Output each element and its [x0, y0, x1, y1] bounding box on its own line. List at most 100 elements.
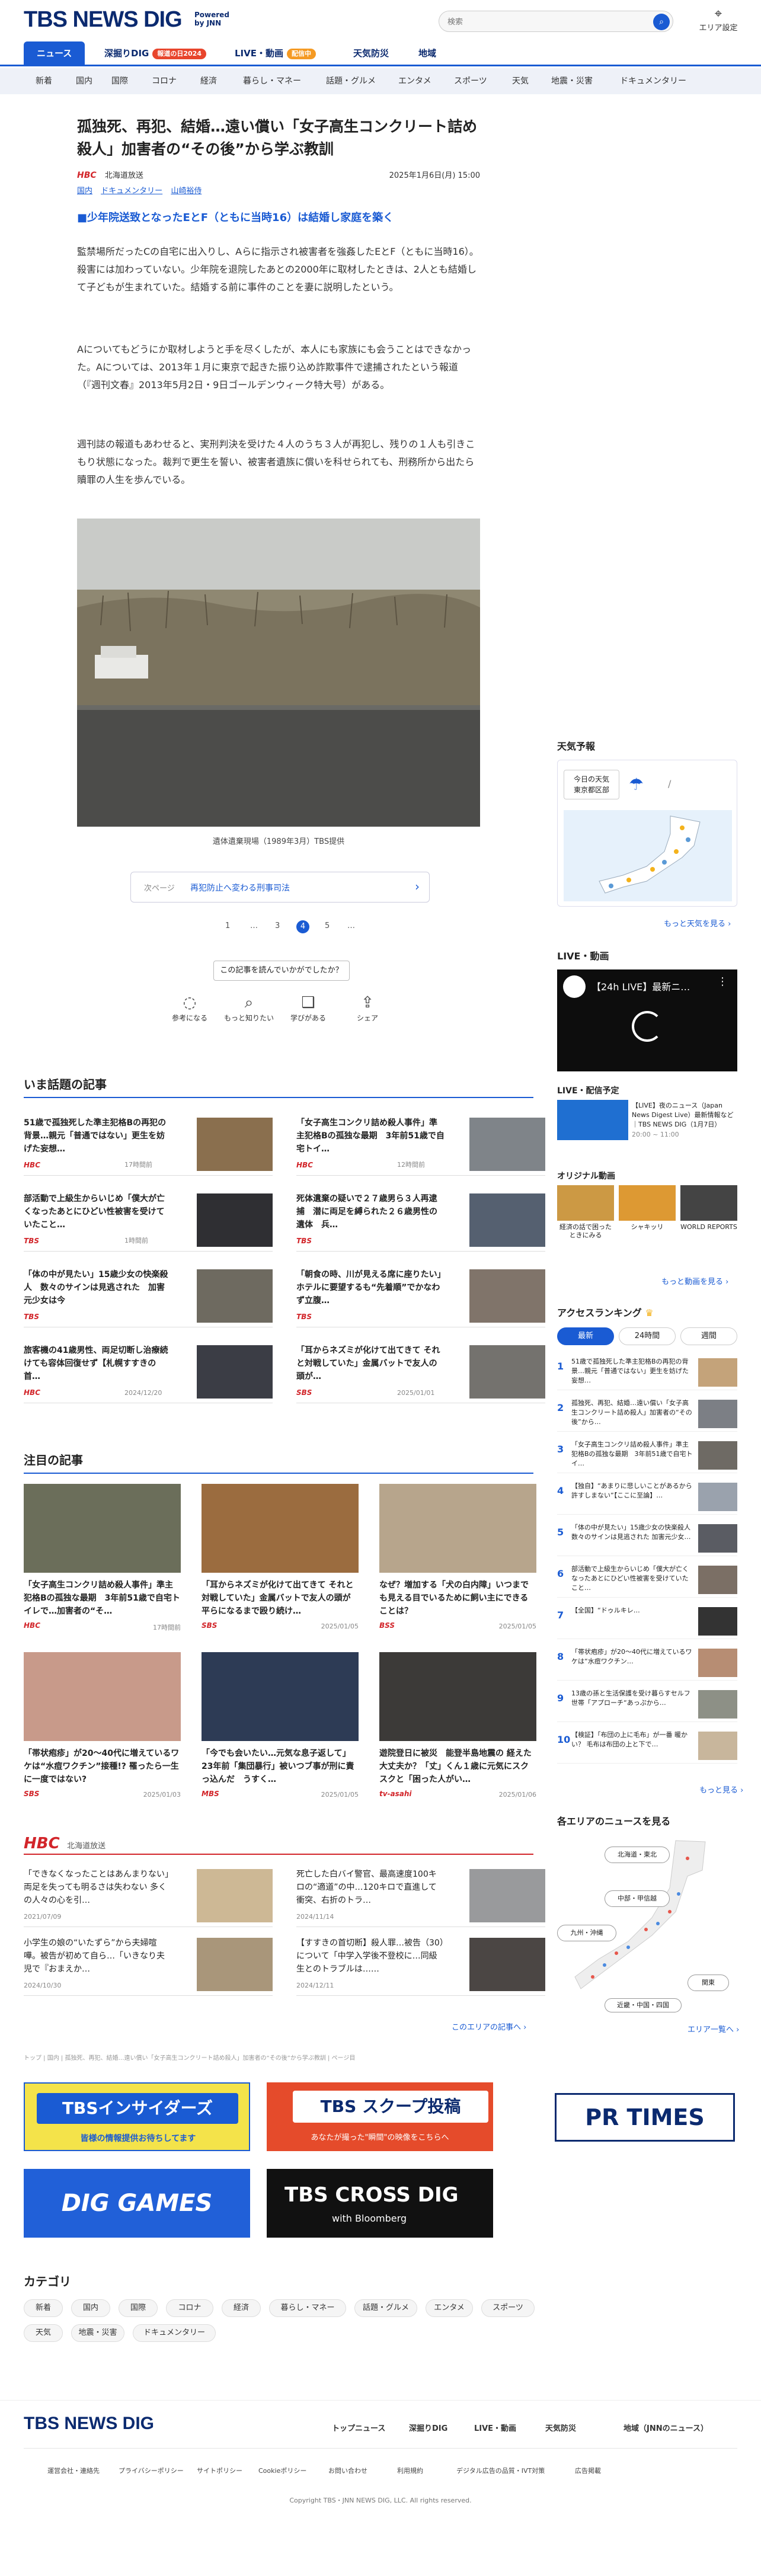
footer-link[interactable]: お問い合わせ: [328, 2466, 367, 2475]
regional-item[interactable]: 小学生の娘の“いたずら”から夫婦喧嘩。被告が初めて自ら…「いきなり夫児で『おまえ…: [24, 1934, 273, 1996]
page-link[interactable]: 1: [225, 921, 230, 930]
video-more-link[interactable]: もっと動画を見る ›: [661, 1275, 728, 1287]
ranking-title[interactable]: 部活動で上級生からいじめ「僕大が亡くなったあとにひどい性被害を受けていたこと…: [571, 1564, 695, 1593]
ranking-title[interactable]: 【全国】“ドゥルキレ…: [571, 1606, 695, 1615]
trending-item[interactable]: 旅客機の41歳男性、両足切断し治療続けても容体回復せず【札幌すすきの首… HBC 2…: [24, 1342, 273, 1403]
nav-deep-dig[interactable]: 深掘りDIG 報道の日2024: [104, 41, 206, 65]
page-link[interactable]: 3: [275, 921, 280, 930]
ranking-item[interactable]: 2 孤独死、再犯、結婚…遠い償い「女子高生コンクリート詰め殺人」加害者の“その後”…: [557, 1396, 737, 1432]
ranking-item[interactable]: 9 13歳の孫と生活保護を受け暮らすセルフ世帯「アプローチ“あっぷから…: [557, 1687, 737, 1722]
live-video-player[interactable]: 【24h LIVE】最新ニ… ⋮: [557, 969, 737, 1071]
category-pill[interactable]: 経済: [222, 2299, 261, 2317]
ranking-title[interactable]: 「女子高生コンクリ詰め殺人事件」準主犯格Bの孤独な最期 3年前51歳で自宅トイ…: [571, 1440, 695, 1468]
trending-title[interactable]: 部活動で上級生からいじめ「僕大が亡くなったあとにひどい性被害を受けていたこと…: [24, 1192, 172, 1231]
weather-location[interactable]: 今日の天気 東京都区部: [564, 770, 619, 799]
footer-logo[interactable]: TBS NEWS DIG: [24, 2414, 154, 2434]
subnav-item[interactable]: 国際: [111, 68, 128, 94]
share-button[interactable]: ⇪ シェア: [332, 993, 403, 1023]
subnav-item[interactable]: スポーツ: [454, 68, 487, 94]
trending-title[interactable]: 「女子高生コンクリ詰め殺人事件」準主犯格Bの孤独な最期 3年前51歳で自宅トイ…: [296, 1116, 445, 1156]
subnav-item[interactable]: 国内: [76, 68, 92, 94]
footer-link[interactable]: 運営会社・連絡先: [47, 2466, 100, 2475]
ranking-item[interactable]: 10 【検証】「布団の上に毛布」が一番 暖かい？ 毛布は布団の上と下で…: [557, 1728, 737, 1764]
regional-title[interactable]: 【すすきの首切断】殺人罪…被告（30）について「中学入学後不登校に…同級生とのト…: [296, 1937, 445, 1976]
featured-card[interactable]: 遊院登日に被災 能登半島地震の 経えた大丈夫か？「丈」くん１歳に元気にスクスクと…: [379, 1652, 536, 1812]
ranking-item[interactable]: 7 【全国】“ドゥルキレ…: [557, 1604, 737, 1639]
ranking-title[interactable]: 【独自】“あまりに悲しいことがあるから許すしまない”【ここに至論】…: [571, 1481, 695, 1500]
category-pill[interactable]: 暮らし・マネー: [269, 2299, 346, 2317]
original-video-item[interactable]: シャキッリ: [619, 1185, 676, 1244]
category-pill[interactable]: 地震・災害: [71, 2324, 124, 2342]
category-pill[interactable]: 国内: [71, 2299, 110, 2317]
region-button[interactable]: 近畿・中国・四国: [605, 1998, 682, 2012]
region-button[interactable]: 九州・沖縄: [557, 1925, 616, 1941]
category-pill[interactable]: コロナ: [166, 2299, 213, 2317]
footer-link[interactable]: プライバシーポリシー: [119, 2466, 184, 2475]
area-settings-button[interactable]: ⌖ エリア設定: [695, 7, 742, 33]
category-pill[interactable]: 新着: [24, 2299, 63, 2317]
station-logo[interactable]: HBC: [24, 1835, 60, 1852]
ranking-title[interactable]: 「帯状疱疹」が20～40代に増えているワケは“水痘ワクチン…: [571, 1647, 695, 1666]
subnav-item[interactable]: 話題・グルメ: [326, 68, 376, 94]
trending-title[interactable]: 「耳からネズミが化けて出てきて それと対戦していた」金属バットで友人の頭が…: [296, 1344, 445, 1383]
regions-more-link[interactable]: エリア一覧へ ›: [688, 2023, 739, 2034]
site-logo[interactable]: TBS NEWS DIG: [24, 7, 183, 33]
footer-nav-item[interactable]: 地域（JNNのニュース）: [623, 2422, 708, 2433]
footer-nav-item[interactable]: 天気防災: [545, 2422, 576, 2433]
current-page[interactable]: 4: [296, 920, 309, 933]
trending-item[interactable]: 51歳で孤独死した準主犯格Bの再犯の背景…親元「普通ではない」更生を妨げた妄想……: [24, 1114, 273, 1176]
tag-link[interactable]: 国内: [77, 187, 92, 196]
trending-item[interactable]: 死体遺棄の疑いで２７歳男ら３人再逮捕 潜に両足を縛られた２６歳男性の遺体 兵… T…: [296, 1190, 545, 1252]
tag-link[interactable]: ドキュメンタリー: [101, 187, 162, 196]
regional-title[interactable]: 死亡した白バイ警官、最高速度100キロの“適道”の中…120キロで直進して衝突、…: [296, 1868, 445, 1907]
footer-nav-item[interactable]: LIVE・動画: [474, 2422, 516, 2433]
subnav-item[interactable]: エンタメ: [398, 68, 431, 94]
featured-card[interactable]: 「今でも会いたい…元気な息子返して」23年前「集団暴行」被いつブ事が刑に責っ込ん…: [202, 1652, 359, 1812]
region-button[interactable]: 中部・甲信越: [605, 1890, 670, 1907]
trending-item[interactable]: 「朝食の時、川が見える席に座りたい」ホテルに要望するも“先着順”でかなわず立腹……: [296, 1266, 545, 1327]
nav-region[interactable]: 地域: [418, 41, 436, 65]
category-pill[interactable]: スポーツ: [481, 2299, 535, 2317]
featured-title[interactable]: 「女子高生コンクリ詰め殺人事件」準主犯格Bの孤独な最期 3年前51歳で自宅トイレ…: [24, 1579, 181, 1618]
subnav-item[interactable]: 地震・災害: [551, 68, 593, 94]
ranking-item[interactable]: 4 【独自】“あまりに悲しいことがあるから許すしまない”【ここに至論】…: [557, 1479, 737, 1515]
ranking-more-link[interactable]: もっと見る ›: [699, 1784, 743, 1795]
ranking-item[interactable]: 6 部活動で上級生からいじめ「僕大が亡くなったあとにひどい性被害を受けていたこと…: [557, 1562, 737, 1598]
next-page-title[interactable]: 再犯防止へ変わる刑事司法: [190, 882, 290, 894]
original-video-item[interactable]: 経済の話で困ったときにみる: [557, 1185, 614, 1244]
weather-more-link[interactable]: もっと天気を見る ›: [664, 917, 731, 929]
banner-scoop[interactable]: TBS スクープ投稿 あなたが撮った"瞬間"の映像をこちらへ: [267, 2082, 493, 2151]
weather-widget[interactable]: 今日の天気 東京都区部 ☂ /: [557, 760, 737, 907]
ranking-title[interactable]: 「体の中が見たい」15歳少女の快楽殺人 数々のサインは見逃された 加害元少女…: [571, 1523, 697, 1542]
featured-card[interactable]: 「女子高生コンクリ詰め殺人事件」準主犯格Bの孤独な最期 3年前51歳で自宅トイレ…: [24, 1484, 181, 1644]
trending-title[interactable]: 死体遺棄の疑いで２７歳男ら３人再逮捕 潜に両足を縛られた２６歳男性の遺体 兵…: [296, 1192, 445, 1231]
footer-link[interactable]: Cookieポリシー: [258, 2466, 306, 2475]
subnav-item[interactable]: 暮らし・マネー: [243, 68, 301, 94]
trending-item[interactable]: 「耳からネズミが化けて出てきて それと対戦していた」金属バットで友人の頭が… SB…: [296, 1342, 545, 1403]
banner-cross-dig[interactable]: TBS CROSS DIG with Bloomberg: [267, 2169, 493, 2238]
footer-link[interactable]: デジタル広告の品質・IVT対策: [456, 2466, 545, 2475]
source-logo[interactable]: HBC: [77, 171, 97, 180]
footer-nav-item[interactable]: トップニュース: [332, 2422, 385, 2433]
category-pill[interactable]: ドキュメンタリー: [133, 2324, 216, 2342]
footer-nav-item[interactable]: 深掘りDIG: [409, 2422, 447, 2433]
regional-item[interactable]: 【すすきの首切断】殺人罪…被告（30）について「中学入学後不登校に…同級生とのト…: [296, 1934, 545, 1996]
original-video-item[interactable]: WORLD REPORTS: [680, 1185, 737, 1244]
subnav-item[interactable]: 経済: [200, 68, 217, 94]
trending-title[interactable]: 「朝食の時、川が見える席に座りたい」ホテルに要望するも“先着順”でかなわず立腹…: [296, 1268, 445, 1307]
ranking-title[interactable]: 【検証】「布団の上に毛布」が一番 暖かい？ 毛布は布団の上と下で…: [571, 1730, 695, 1749]
regional-more-link[interactable]: このエリアの記事へ ›: [452, 2021, 526, 2032]
trending-title[interactable]: 旅客機の41歳男性、両足切断し治療続けても容体回復せず【札幌すすきの首…: [24, 1344, 172, 1383]
search-box[interactable]: ⌕: [439, 11, 673, 32]
trending-item[interactable]: 「体の中が見たい」15歳少女の快楽殺人 数々のサインは見逃された 加害元少女は今…: [24, 1266, 273, 1327]
trending-item[interactable]: 部活動で上級生からいじめ「僕大が亡くなったあとにひどい性被害を受けていたこと… T…: [24, 1190, 273, 1252]
featured-card[interactable]: なぜ？増加する「犬の白内障」いつまでも見える目でいるために飼い主にできることは？…: [379, 1484, 536, 1644]
featured-title[interactable]: 「耳からネズミが化けて出てきて それと対戦していた」金属バットで友人の頭が平らに…: [202, 1579, 359, 1618]
ranking-title[interactable]: 13歳の孫と生活保護を受け暮らすセルフ世帯「アプローチ“あっぷから…: [571, 1689, 695, 1708]
tag-link[interactable]: 山崎裕侍: [171, 187, 202, 196]
featured-title[interactable]: なぜ？増加する「犬の白内障」いつまでも見える目でいるために飼い主にできることは？: [379, 1579, 536, 1618]
featured-title[interactable]: 遊院登日に被災 能登半島地震の 経えた大丈夫か？「丈」くん１歳に元気にスクスクと…: [379, 1747, 536, 1786]
subnav-item[interactable]: ドキュメンタリー: [620, 68, 686, 94]
regional-item[interactable]: 「できなくなったことはあんまりない」両足を失っても明るさは失わない 多くの人々の…: [24, 1865, 273, 1927]
footer-link[interactable]: 利用規約: [397, 2466, 423, 2475]
